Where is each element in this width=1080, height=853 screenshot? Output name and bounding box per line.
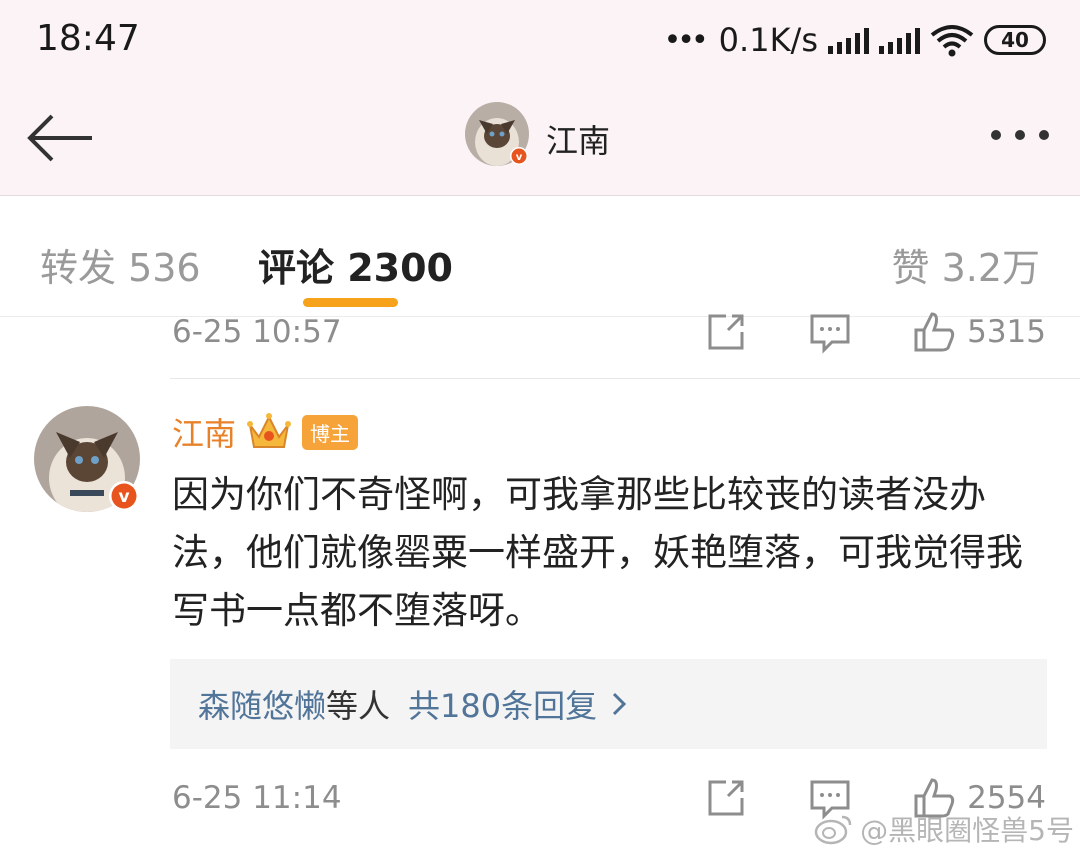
comment-icon[interactable] — [808, 310, 852, 354]
tab-comment[interactable]: 评论 2300 — [258, 237, 453, 292]
comment-text: 因为你们不奇怪啊，可我拿那些比较丧的读者没办法，他们就像罂粟一样盛开，妖艳堕落，… — [172, 473, 1023, 632]
like-icon[interactable] — [912, 310, 956, 354]
wifi-icon — [930, 25, 974, 57]
battery-level: 40 — [984, 25, 1046, 55]
share-icon[interactable] — [704, 310, 748, 354]
comment-divider — [170, 378, 1080, 379]
reply-names[interactable]: 森随悠懒 — [198, 681, 326, 727]
comment-author[interactable]: 江南 — [172, 409, 236, 455]
comment-avatar[interactable]: v — [34, 406, 140, 512]
signal-icon-2 — [879, 26, 920, 54]
replies-box[interactable]: 森随悠懒 等人 共180条回复 — [170, 659, 1047, 749]
title-bar: v 江南 — [0, 80, 1080, 196]
tab-bar: 转发 536 评论 2300 赞 3.2万 — [0, 197, 1080, 317]
reply-total-link[interactable]: 共180条回复 — [408, 681, 597, 727]
owner-badge: 博主 — [302, 414, 359, 450]
svg-text:v: v — [118, 487, 129, 507]
previous-comment-meta: 6-25 10:57 5315 — [0, 304, 1080, 364]
status-indicators: ••• 0.1K/s 40 — [664, 20, 1046, 60]
signal-icon — [828, 26, 869, 54]
share-icon[interactable] — [704, 776, 748, 820]
watermark: @黑眼圈怪兽5号 — [814, 809, 1074, 849]
battery-icon: 40 — [984, 25, 1046, 55]
comment-time: 6-25 11:14 — [172, 780, 342, 816]
status-time: 18:47 — [36, 18, 140, 59]
svg-text:v: v — [516, 152, 523, 163]
comment-time: 6-25 10:57 — [172, 314, 342, 350]
back-arrow-icon[interactable] — [22, 108, 98, 168]
status-bar: 18:47 ••• 0.1K/s 40 — [0, 0, 1080, 80]
comment-header: 江南 博主 — [172, 408, 359, 456]
header-avatar[interactable]: v — [465, 102, 529, 166]
network-speed: 0.1K/s — [718, 21, 818, 59]
watermark-text: @黑眼圈怪兽5号 — [860, 814, 1074, 847]
crown-icon — [247, 413, 292, 448]
header-title[interactable]: 江南 — [546, 116, 610, 162]
notification-dots-icon: ••• — [663, 22, 709, 58]
tab-repost[interactable]: 转发 536 — [40, 237, 201, 292]
weibo-logo-icon — [814, 815, 852, 845]
reply-suffix: 等人 — [326, 687, 391, 725]
chevron-right-icon — [613, 692, 627, 716]
like-count: 5315 — [967, 314, 1046, 350]
tab-like[interactable]: 赞 3.2万 — [891, 237, 1040, 292]
more-options-icon[interactable] — [982, 120, 1058, 150]
